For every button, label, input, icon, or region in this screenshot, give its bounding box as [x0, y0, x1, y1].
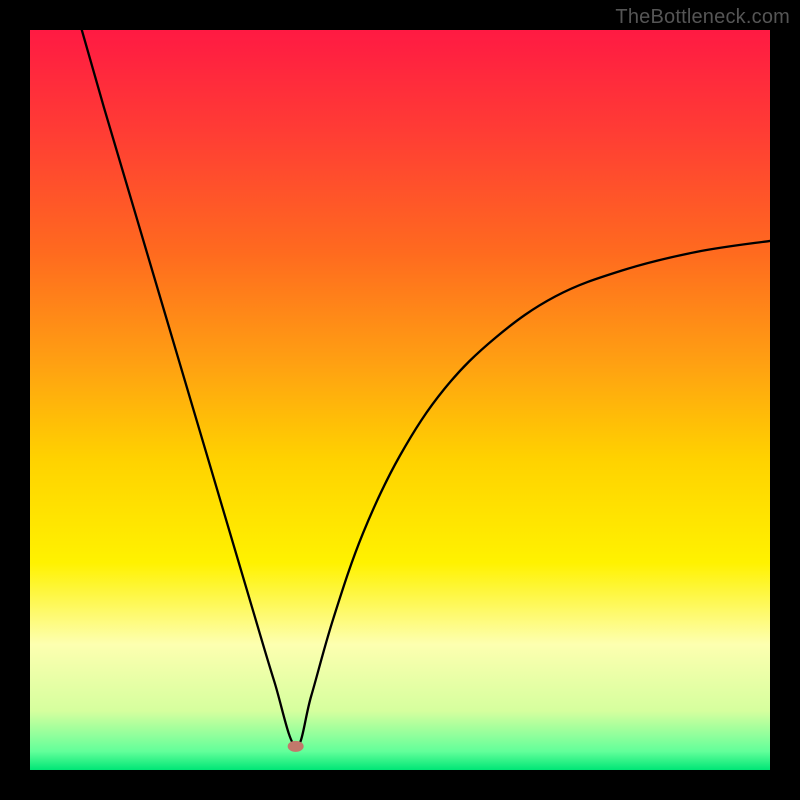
watermark-text: TheBottleneck.com [615, 6, 790, 29]
optimum-marker [288, 741, 304, 752]
plot-area [30, 30, 770, 770]
chart-frame: TheBottleneck.com [0, 0, 800, 800]
curve-layer [30, 30, 770, 770]
bottleneck-curve [82, 30, 770, 746]
